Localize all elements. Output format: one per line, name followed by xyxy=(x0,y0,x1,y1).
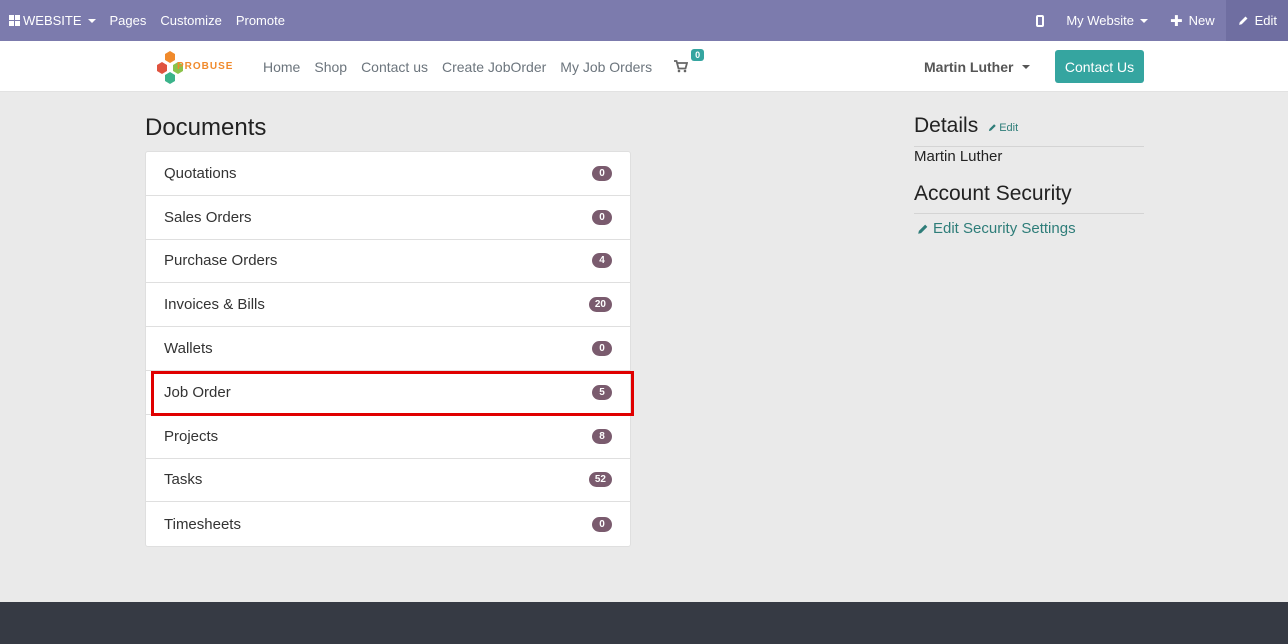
count-badge: 5 xyxy=(592,384,612,400)
list-item-wallets[interactable]: Wallets 0 xyxy=(146,327,630,371)
list-item-job-order[interactable]: Job Order 5 xyxy=(146,371,630,415)
list-item-label: Timesheets xyxy=(164,515,241,533)
chevron-down-icon xyxy=(1140,18,1148,23)
divider xyxy=(914,213,1144,214)
mobile-icon xyxy=(1036,14,1045,27)
details-heading: Details xyxy=(914,114,979,137)
plus-icon: ✚ xyxy=(1170,12,1183,30)
list-item-tasks[interactable]: Tasks 52 xyxy=(146,459,630,503)
divider xyxy=(914,146,1144,147)
pencil-icon xyxy=(918,224,928,234)
admin-menu-customize[interactable]: Customize xyxy=(153,0,228,41)
user-name: Martin Luther xyxy=(924,58,1014,75)
count-badge: 20 xyxy=(588,297,612,313)
list-item-purchase-orders[interactable]: Purchase Orders 4 xyxy=(146,240,630,284)
nav-contact-us[interactable]: Contact us xyxy=(354,59,435,75)
cart-count-badge: 0 xyxy=(691,49,705,61)
apps-menu[interactable]: WEBSITE xyxy=(0,0,103,41)
apps-label: WEBSITE xyxy=(23,13,82,28)
list-item-label: Purchase Orders xyxy=(164,252,278,270)
admin-menu-promote[interactable]: Promote xyxy=(229,0,292,41)
admin-bar: WEBSITE Pages Customize Promote My Websi… xyxy=(0,0,1288,41)
edit-details-link[interactable]: Edit xyxy=(988,122,1018,134)
list-item-label: Sales Orders xyxy=(164,208,252,226)
list-item-label: Tasks xyxy=(164,471,203,489)
chevron-down-icon xyxy=(87,18,96,23)
edit-security-link[interactable]: Edit Security Settings xyxy=(917,220,1076,237)
admin-menu-pages[interactable]: Pages xyxy=(103,0,154,41)
footer xyxy=(0,602,1288,644)
website-switcher-label: My Website xyxy=(1066,13,1134,28)
edit-button[interactable]: Edit xyxy=(1225,0,1288,41)
details-name: Martin Luther xyxy=(914,148,1003,165)
edit-security-label: Edit Security Settings xyxy=(933,220,1076,237)
nav-home[interactable]: Home xyxy=(256,59,307,75)
new-label: New xyxy=(1188,13,1215,28)
cart-icon xyxy=(674,60,689,73)
edit-label: Edit xyxy=(1254,13,1277,28)
list-item-sales-orders[interactable]: Sales Orders 0 xyxy=(146,196,630,240)
security-title: Account Security xyxy=(914,182,1072,205)
count-badge: 52 xyxy=(588,472,612,488)
pencil-icon xyxy=(989,124,996,132)
list-item-label: Wallets xyxy=(164,340,213,358)
site-header: PROBUSE Home Shop Contact us Create JobO… xyxy=(0,41,1288,92)
list-item-invoices-bills[interactable]: Invoices & Bills 20 xyxy=(146,283,630,328)
main-nav: Home Shop Contact us Create JobOrder My … xyxy=(256,41,705,92)
nav-my-job-orders[interactable]: My Job Orders xyxy=(553,59,659,75)
website-switcher[interactable]: My Website xyxy=(1055,0,1159,41)
user-menu[interactable]: Martin Luther xyxy=(924,41,1031,92)
count-badge: 0 xyxy=(592,165,612,181)
company-logo[interactable]: PROBUSE xyxy=(156,48,232,86)
edit-details-label: Edit xyxy=(999,121,1019,134)
list-item-label: Job Order xyxy=(164,383,231,401)
logo-text: PROBUSE xyxy=(177,61,234,72)
list-item-projects[interactable]: Projects 8 xyxy=(146,415,630,459)
new-button[interactable]: ✚ New xyxy=(1159,0,1226,41)
list-item-quotations[interactable]: Quotations 0 xyxy=(146,152,630,196)
count-badge: 0 xyxy=(592,341,612,357)
count-badge: 8 xyxy=(592,428,612,444)
count-badge: 4 xyxy=(592,253,612,269)
pencil-icon xyxy=(1238,16,1248,25)
list-item-label: Projects xyxy=(164,427,219,445)
documents-title: Documents xyxy=(145,114,267,141)
list-item-timesheets[interactable]: Timesheets 0 xyxy=(146,502,630,546)
mobile-preview-button[interactable] xyxy=(1025,0,1055,41)
nav-create-joborder[interactable]: Create JobOrder xyxy=(435,59,553,75)
list-item-label: Quotations xyxy=(164,164,237,182)
apps-grid-icon xyxy=(9,15,20,26)
cart-button[interactable]: 0 xyxy=(674,49,705,73)
nav-shop[interactable]: Shop xyxy=(307,59,354,75)
chevron-down-icon xyxy=(1022,64,1031,69)
details-title: Details Edit xyxy=(914,114,1018,138)
count-badge: 0 xyxy=(592,209,612,225)
list-item-label: Invoices & Bills xyxy=(164,296,265,314)
documents-list: Quotations 0 Sales Orders 0 Purchase Ord… xyxy=(145,151,631,548)
count-badge: 0 xyxy=(592,516,612,532)
contact-us-button[interactable]: Contact Us xyxy=(1055,50,1144,83)
